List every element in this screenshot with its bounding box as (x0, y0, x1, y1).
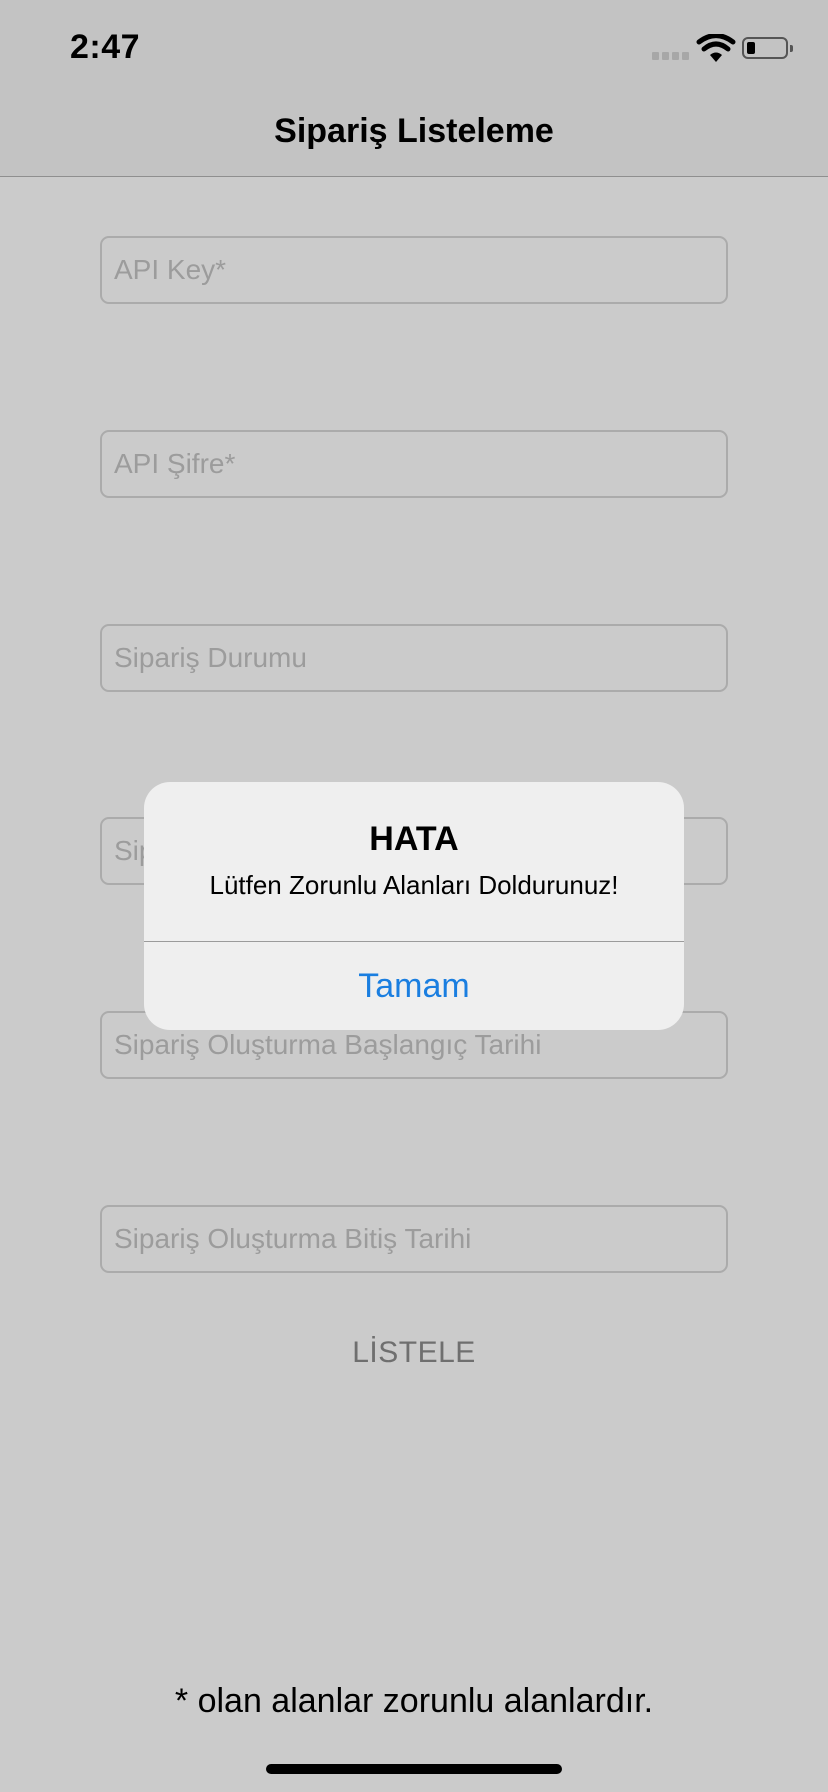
navigation-bar: Sipariş Listeleme (0, 100, 828, 177)
error-alert: HATA Lütfen Zorunlu Alanları Doldurunuz!… (144, 782, 684, 1030)
status-time: 2:47 (70, 28, 141, 66)
alert-ok-button[interactable]: Tamam (144, 942, 684, 1030)
cellular-signal-icon (652, 52, 690, 60)
status-bar: 2:47 (0, 0, 828, 100)
alert-message: Lütfen Zorunlu Alanları Doldurunuz! (209, 870, 619, 900)
home-indicator[interactable] (266, 1764, 562, 1774)
required-fields-note: * olan alanlar zorunlu alanlardır. (174, 1682, 654, 1720)
api-password-input[interactable] (100, 430, 728, 498)
order-status-input[interactable] (100, 624, 728, 692)
api-key-input[interactable] (100, 236, 728, 304)
page-title: Sipariş Listeleme (274, 112, 554, 150)
battery-icon (742, 37, 793, 59)
wifi-icon (696, 34, 736, 62)
list-button[interactable]: LİSTELE (0, 1330, 828, 1376)
alert-title: HATA (369, 820, 459, 858)
order-end-date-input[interactable] (100, 1205, 728, 1273)
